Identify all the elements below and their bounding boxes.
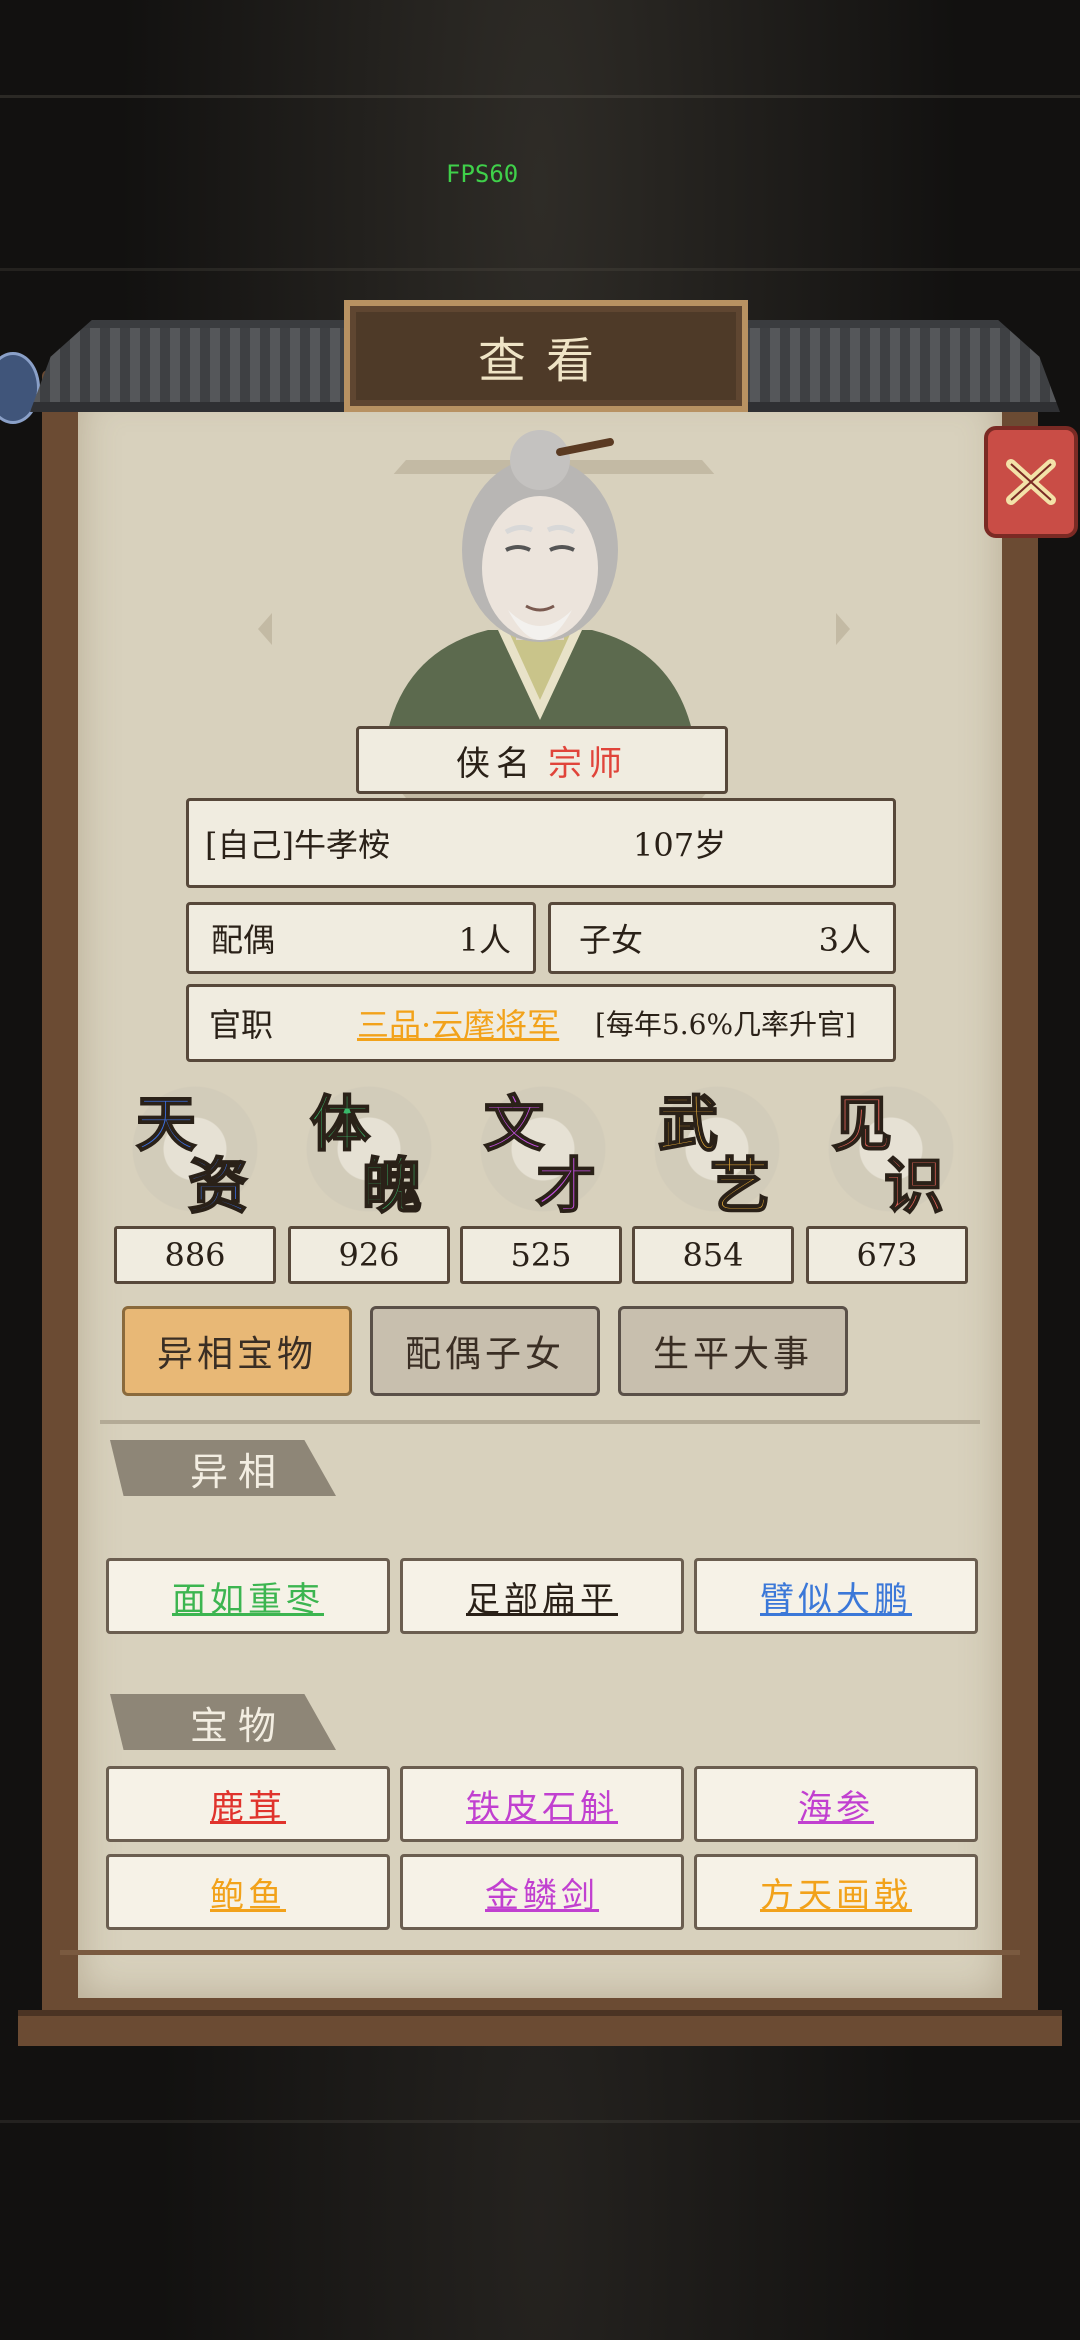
traits-section-title: 异相 — [110, 1440, 336, 1496]
office-label: 官职 — [209, 1006, 274, 1044]
character-age: 107岁 — [633, 826, 727, 864]
stat-char: 才 — [535, 1151, 597, 1223]
name-age-box: [自己]牛孝桉 107岁 — [186, 798, 896, 888]
treasures-section-title: 宝物 — [110, 1694, 336, 1750]
panel-title-plaque: 查看 — [344, 300, 748, 412]
character-portrait — [388, 430, 692, 730]
treasure-item[interactable]: 鹿茸 — [106, 1766, 390, 1842]
stat-char: 武 — [657, 1089, 719, 1161]
tab-traits-treasures[interactable]: 异相宝物 — [122, 1306, 352, 1396]
children-box: 子女 3人 — [548, 902, 896, 974]
treasure-item[interactable]: 方天画戟 — [694, 1854, 978, 1930]
office-box: 官职 三品·云麾将军 [每年5.6%几率升官] — [186, 984, 896, 1062]
stat-char: 体 — [309, 1089, 371, 1161]
character-name: [自己]牛孝桉 — [205, 826, 390, 864]
hero-title-value: 宗师 — [548, 743, 628, 784]
hero-title-prefix: 侠名 — [456, 743, 536, 784]
section-divider — [100, 1420, 980, 1424]
close-button[interactable] — [984, 426, 1078, 538]
panel-footer-base — [18, 2010, 1062, 2046]
hero-title-plaque: 侠名 宗师 — [356, 726, 728, 794]
treasure-item[interactable]: 海参 — [694, 1766, 978, 1842]
office-value[interactable]: 三品·云麾将军 — [357, 1000, 559, 1046]
background-frame-bottom — [0, 2120, 1080, 2323]
spouse-count: 1人 — [458, 921, 511, 959]
stat-value-talent: 886 — [114, 1226, 276, 1284]
treasure-item[interactable]: 铁皮石斛 — [400, 1766, 684, 1842]
stat-char: 艺 — [709, 1151, 771, 1223]
treasure-item[interactable]: 金鳞剑 — [400, 1854, 684, 1930]
trait-item[interactable]: 足部扁平 — [400, 1558, 684, 1634]
spouse-box: 配偶 1人 — [186, 902, 536, 974]
background-frame-top — [0, 95, 1080, 271]
stat-char: 见 — [831, 1089, 893, 1161]
close-x-icon — [1006, 459, 1056, 505]
stat-value-physique: 926 — [288, 1226, 450, 1284]
panel-title: 查看 — [477, 333, 614, 389]
trait-item[interactable]: 面如重枣 — [106, 1558, 390, 1634]
tab-spouse-children[interactable]: 配偶子女 — [370, 1306, 600, 1396]
children-count: 3人 — [818, 921, 871, 959]
office-note: [每年5.6%几率升官] — [595, 1008, 856, 1041]
stat-char: 魄 — [361, 1151, 423, 1223]
stat-char: 文 — [483, 1089, 545, 1161]
stat-emblem-physique: 体 魄 — [296, 1076, 442, 1223]
stat-emblem-talent: 天 资 — [122, 1076, 268, 1223]
tab-life-events[interactable]: 生平大事 — [618, 1306, 848, 1396]
stat-value-literacy: 525 — [460, 1226, 622, 1284]
fps-counter: FPS60 — [446, 160, 519, 188]
stat-emblem-literacy: 文 才 — [470, 1076, 616, 1223]
stat-value-insight: 673 — [806, 1226, 968, 1284]
stat-char: 识 — [883, 1151, 945, 1223]
spouse-label: 配偶 — [211, 921, 276, 959]
stat-emblem-martial: 武 艺 — [644, 1076, 790, 1223]
stat-char: 资 — [187, 1151, 249, 1223]
children-label: 子女 — [579, 921, 644, 959]
trait-item[interactable]: 臂似大鹏 — [694, 1558, 978, 1634]
stat-emblem-insight: 见 识 — [818, 1076, 964, 1223]
stat-value-martial: 854 — [632, 1226, 794, 1284]
stat-char: 天 — [135, 1089, 197, 1161]
panel-footer-rail — [60, 1950, 1020, 2017]
treasure-item[interactable]: 鲍鱼 — [106, 1854, 390, 1930]
